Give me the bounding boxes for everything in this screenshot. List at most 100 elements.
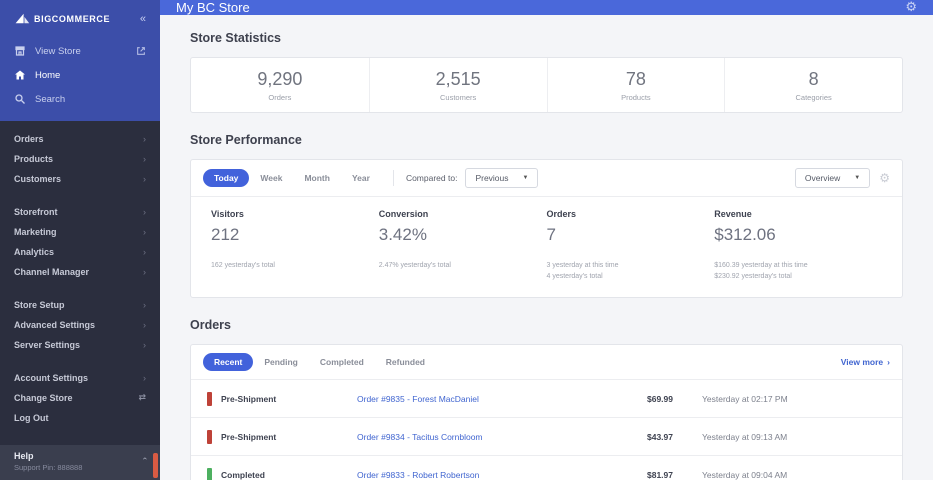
order-link[interactable]: Order #9833 - Robert Robertson [357,470,647,480]
store-title: My BC Store [176,0,250,15]
sidebar-item-marketing[interactable]: Marketing › [0,222,160,242]
order-row: Pre-Shipment Order #9834 - Tacitus Cornb… [191,417,902,455]
sidebar-item-server-settings[interactable]: Server Settings › [0,335,160,355]
main-area: My BC Store ⚙ Store Statistics 9,290 Ord… [160,0,933,480]
order-row: Pre-Shipment Order #9835 - Forest MacDan… [191,379,902,417]
settings-gear-icon[interactable]: ⚙ [905,0,917,15]
view-more-link[interactable]: View more › [841,357,890,367]
status-label: Completed [221,469,265,480]
overview-select[interactable]: Overview ▼ [794,168,871,188]
tab-pending[interactable]: Pending [253,353,309,371]
stat-value: 78 [625,69,646,89]
stat-value: 8 [808,69,819,89]
metric-subtext: $160.39 yesterday at this time [714,262,808,269]
metric-value: 7 [546,225,556,244]
order-link[interactable]: Order #9834 - Tacitus Cornbloom [357,432,647,442]
sidebar-group-growth: Storefront › Marketing › Analytics › Channe… [0,202,160,282]
sidebar-item-products[interactable]: Products › [0,149,160,169]
sidebar-item-channel-manager[interactable]: Channel Manager › [0,262,160,282]
store-performance-section: Store Performance Today Week Month Year … [190,133,903,298]
caret-down-icon: ▼ [522,175,529,181]
metric-value: $312.06 [714,225,776,244]
stat-label: Categories [795,93,832,102]
chevron-right-icon: › [143,154,146,164]
order-price: $69.99 [647,393,673,404]
tab-refunded[interactable]: Refunded [375,353,436,371]
sidebar-item-label: Advanced Settings [14,320,96,330]
bigcommerce-logo: BIGCOMMERCE [14,12,110,25]
chevron-right-icon: › [143,174,146,184]
bigcommerce-sail-icon [15,13,30,24]
sidebar-item-change-store[interactable]: Change Store ⇄ [0,388,160,408]
sidebar-scrollbar-thumb[interactable] [153,453,158,478]
stat-label: Products [621,93,651,102]
tab-recent[interactable]: Recent [203,353,254,371]
sidebar-item-label: Home [35,69,61,81]
switch-store-icon: ⇄ [138,393,146,403]
metric-subtext: 4 yesterday's total [546,273,603,280]
sidebar-item-label: Marketing [14,227,57,237]
stat-value: 2,515 [435,69,481,89]
sidebar-item-label: Orders [14,134,44,144]
help-panel[interactable]: Help Support Pin: 888888 › [0,445,160,480]
metric-orders: Orders 7 3 yesterday at this time 4 yeste… [547,209,715,283]
view-more-label: View more [840,357,884,367]
sidebar-item-label: Server Settings [14,340,81,350]
home-icon [14,69,26,81]
stat-categories: 8 Categories [724,58,902,112]
metric-value: 3.42% [378,225,427,244]
sidebar-item-home[interactable]: Home [0,63,160,87]
sidebar-item-store-setup[interactable]: Store Setup › [0,295,160,315]
metric-label: Revenue [714,209,752,219]
metric-revenue: Revenue $312.06 $160.39 yesterday at thi… [714,209,882,283]
compared-to-label: Compared to: [405,173,458,183]
logo-row: BIGCOMMERCE « [0,0,160,39]
orders-controls: Recent Pending Completed Refunded View m… [191,345,902,379]
sidebar-item-label: View Store [35,45,81,57]
dashboard-content: Store Statistics 9,290 Orders 2,515 Cust… [160,15,933,480]
sidebar-collapse-icon[interactable]: « [140,13,146,25]
overview-value: Overview [804,173,841,183]
sidebar-item-label: Search [35,93,66,105]
metric-visitors: Visitors 212 162 yesterday's total [211,209,379,283]
sidebar-item-customers[interactable]: Customers › [0,169,160,189]
sidebar-item-label: Analytics [14,247,55,257]
sidebar-item-label: Storefront [14,207,58,217]
performance-gear-icon[interactable]: ⚙ [879,171,890,185]
tab-month[interactable]: Month [293,169,341,187]
performance-metrics: Visitors 212 162 yesterday's total Conve… [191,197,902,297]
sidebar-item-label: Account Settings [14,373,89,383]
tab-today[interactable]: Today [203,169,250,187]
status-color-bar [207,391,212,406]
status-color-bar [207,467,212,480]
sidebar-item-orders[interactable]: Orders › [0,129,160,149]
tab-completed[interactable]: Completed [309,353,375,371]
sidebar: BIGCOMMERCE « View Store Home Search Ord… [0,0,160,480]
storefront-icon [14,45,26,57]
metric-value: 212 [211,225,240,244]
chevron-right-icon: › [143,320,146,330]
metric-label: Orders [546,209,577,219]
sidebar-item-label: Store Setup [14,300,65,310]
tab-week[interactable]: Week [249,169,293,187]
sidebar-item-view-store[interactable]: View Store [0,39,160,63]
order-row: Completed Order #9833 - Robert Robertson… [191,455,902,480]
tab-year[interactable]: Year [341,169,381,187]
sidebar-item-log-out[interactable]: Log Out [0,408,160,428]
stat-label: Orders [268,93,292,102]
performance-card: Today Week Month Year Compared to: Previ… [190,159,903,298]
sidebar-item-storefront[interactable]: Storefront › [0,202,160,222]
performance-controls: Today Week Month Year Compared to: Previ… [191,160,902,197]
compared-to-select[interactable]: Previous ▼ [465,168,539,188]
sidebar-top-section: BIGCOMMERCE « View Store Home Search [0,0,160,121]
store-statistics-section: Store Statistics 9,290 Orders 2,515 Cust… [190,31,903,113]
sidebar-item-advanced-settings[interactable]: Advanced Settings › [0,315,160,335]
caret-down-icon: ▼ [854,175,861,181]
sidebar-item-analytics[interactable]: Analytics › [0,242,160,262]
section-title: Store Statistics [190,31,282,45]
sidebar-item-search[interactable]: Search [0,87,160,111]
order-link[interactable]: Order #9835 - Forest MacDaniel [357,394,647,404]
sidebar-item-account-settings[interactable]: Account Settings › [0,368,160,388]
top-header: My BC Store ⚙ [160,0,933,15]
status-label: Pre-Shipment [221,431,277,442]
